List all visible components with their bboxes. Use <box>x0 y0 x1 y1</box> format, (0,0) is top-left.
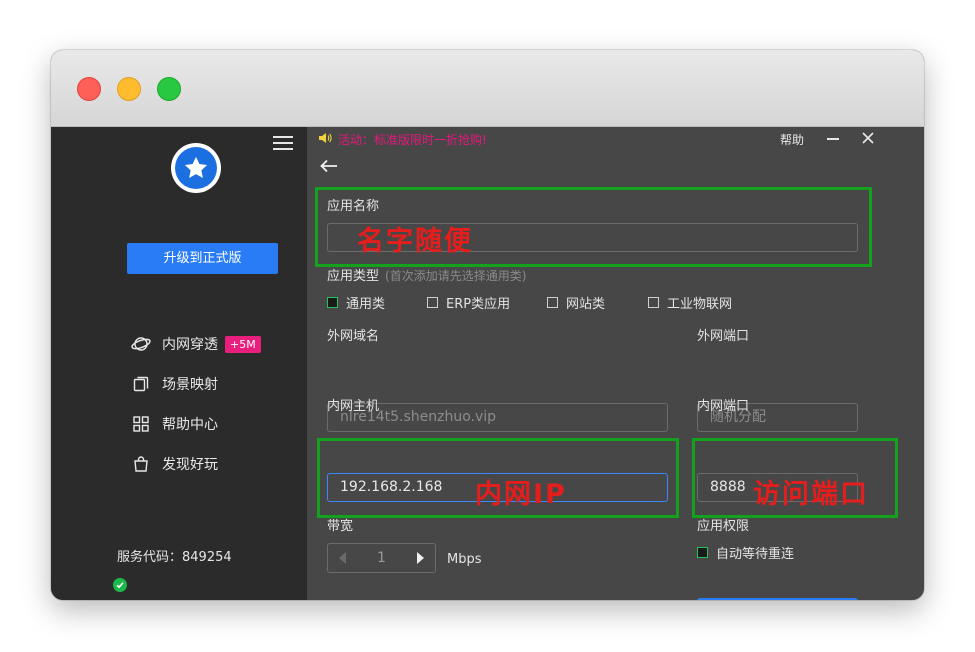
app-type-option-iot[interactable]: 工业物联网 <box>648 293 732 312</box>
promo-banner[interactable]: 活动：标准版限时一折抢购! <box>318 131 487 148</box>
checkbox[interactable] <box>327 297 338 308</box>
sidebar-item-label: 场景映射 <box>162 377 218 393</box>
sidebar-item-label: 内网穿透 <box>162 337 218 353</box>
avatar[interactable] <box>171 143 221 193</box>
sidebar-item-label: 帮助中心 <box>162 417 218 433</box>
app-type-label: 应用类型 (首次添加请先选择通用类) <box>327 265 526 284</box>
minimize-icon[interactable] <box>827 138 839 140</box>
bandwidth-unit: Mbps <box>447 552 482 567</box>
sidebar-item-label: 发现好玩 <box>162 457 218 473</box>
window-titlebar <box>51 50 924 127</box>
annotation-name-hint: 名字随便 <box>357 226 473 257</box>
main-panel: 活动：标准版限时一折抢购! 帮助 应用名称 应用类型 (首次添加请先选择通用类) … <box>307 127 924 600</box>
checkbox[interactable] <box>697 547 708 558</box>
annotation-port-hint: 访问端口 <box>753 479 869 510</box>
internal-host-label: 内网主机 <box>327 399 380 414</box>
back-arrow-icon[interactable] <box>319 158 339 174</box>
sidebar-item-help-center[interactable]: 帮助中心 <box>131 412 218 436</box>
star-icon <box>184 156 208 179</box>
option-label: 工业物联网 <box>667 297 733 312</box>
sidebar: 升级到正式版 内网穿透 +5M 场景映射 帮助中心 发现好玩 服务代码：8492… <box>51 127 307 600</box>
app-type-hint: (首次添加请先选择通用类) <box>385 269 527 283</box>
close-icon[interactable] <box>861 130 875 144</box>
bandwidth-stepper[interactable]: 1 <box>327 543 436 573</box>
planet-icon <box>131 334 151 354</box>
help-link[interactable]: 帮助 <box>780 131 804 148</box>
copy-icon <box>131 374 151 394</box>
check-circle-icon <box>113 578 127 592</box>
option-label: 自动等待重连 <box>716 547 795 562</box>
grid-icon <box>131 414 151 434</box>
option-label: 网站类 <box>566 297 606 312</box>
close-window-button[interactable] <box>77 77 101 101</box>
speaker-icon <box>318 132 332 147</box>
minimize-window-button[interactable] <box>117 77 141 101</box>
checkbox[interactable] <box>547 297 558 308</box>
increment-icon[interactable] <box>405 552 435 564</box>
external-domain-label: 外网域名 <box>327 329 380 344</box>
decrement-icon[interactable] <box>328 552 358 564</box>
annotation-ip-hint: 内网IP <box>475 479 567 510</box>
auto-reconnect-option[interactable]: 自动等待重连 <box>697 543 794 562</box>
app-type-option-general[interactable]: 通用类 <box>327 293 385 312</box>
zoom-window-button[interactable] <box>157 77 181 101</box>
sidebar-item-scene-mapping[interactable]: 场景映射 <box>131 372 218 396</box>
shopping-bag-icon <box>131 454 151 474</box>
hamburger-menu-icon[interactable] <box>273 136 293 152</box>
sidebar-item-intranet-penetration[interactable]: 内网穿透 +5M <box>131 332 261 356</box>
app-type-option-erp[interactable]: ERP类应用 <box>427 293 510 312</box>
save-button[interactable]: 保 存 <box>697 598 858 600</box>
bandwidth-value[interactable]: 1 <box>358 550 405 566</box>
app-type-option-website[interactable]: 网站类 <box>547 293 605 312</box>
bandwidth-badge: +5M <box>225 335 261 353</box>
promo-text: 活动：标准版限时一折抢购! <box>338 133 487 147</box>
option-label: ERP类应用 <box>446 297 511 312</box>
app-window: 升级到正式版 内网穿透 +5M 场景映射 帮助中心 发现好玩 服务代码：8492… <box>51 50 924 600</box>
internal-port-label: 内网端口 <box>697 399 750 414</box>
service-code: 服务代码：849254 <box>117 550 232 565</box>
option-label: 通用类 <box>346 297 386 312</box>
upgrade-button[interactable]: 升级到正式版 <box>127 243 278 274</box>
sidebar-item-discover[interactable]: 发现好玩 <box>131 452 218 476</box>
checkbox[interactable] <box>427 297 438 308</box>
checkbox[interactable] <box>648 297 659 308</box>
app-type-label-text: 应用类型 <box>327 269 380 284</box>
external-port-label: 外网端口 <box>697 329 750 344</box>
